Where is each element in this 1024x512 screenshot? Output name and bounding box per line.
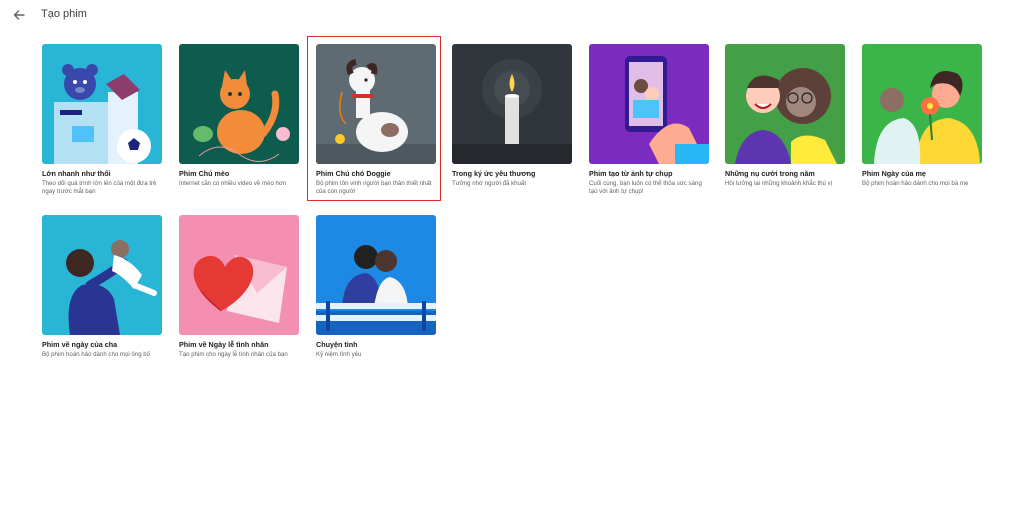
- dog-illustration: [316, 44, 436, 164]
- card-description: Kỷ niệm tình yêu: [316, 351, 362, 358]
- movie-card-mothers-day[interactable]: Phim Ngày của mẹ Bộ phim hoàn hảo dành c…: [862, 44, 982, 188]
- movie-card-selfie[interactable]: Phim tạo từ ảnh tự chụp Cuối cùng, bạn l…: [589, 44, 709, 196]
- arrow-back-icon[interactable]: [10, 6, 28, 24]
- love-story-illustration: [316, 215, 436, 335]
- card-title: Phim Chú chó Doggie: [316, 169, 391, 178]
- card-description: Tưởng nhớ người đã khuất: [452, 180, 527, 187]
- card-description: Internet cần có nhiều video về mèo hơn: [179, 180, 287, 187]
- fathers-day-illustration: [42, 215, 162, 335]
- card-description: Hồi tưởng lại những khoảnh khắc thú vị: [725, 180, 833, 187]
- cat-illustration: [179, 44, 299, 164]
- movie-card-cat[interactable]: Phim Chú mèo Internet cần có nhiều video…: [179, 44, 299, 188]
- card-title: Những nụ cười trong năm: [725, 169, 815, 178]
- grow-up-illustration: [42, 44, 162, 164]
- movie-card-dog[interactable]: Phim Chú chó Doggie Bộ phim tôn vinh ngư…: [316, 44, 436, 196]
- page-title: Tạo phim: [41, 8, 87, 20]
- card-description: Theo dõi quá trình lớn lên của một đứa t…: [42, 180, 157, 195]
- card-description: Tạo phim cho ngày lễ tình nhân của bạn: [179, 351, 288, 358]
- valentines-illustration: [179, 215, 299, 335]
- movie-card-fathers-day[interactable]: Phim về ngày của cha Bộ phim hoàn hảo dà…: [42, 215, 162, 359]
- mothers-day-illustration: [862, 44, 982, 164]
- card-description: Bộ phim hoàn hảo dành cho mọi bà mẹ: [862, 180, 969, 187]
- movie-card-valentines[interactable]: Phim về Ngày lễ tình nhân Tạo phim cho n…: [179, 215, 299, 359]
- top-bar: Tạo phim: [0, 0, 1024, 30]
- card-description: Bộ phim hoàn hảo dành cho mọi ông bố: [42, 351, 151, 358]
- smiles-illustration: [725, 44, 845, 164]
- card-description: Cuối cùng, bạn luôn có thể thỏa sức sáng…: [589, 180, 702, 195]
- card-title: Lớn nhanh như thổi: [42, 169, 111, 178]
- card-title: Chuyện tình: [316, 340, 358, 349]
- card-title: Phim Chú mèo: [179, 169, 230, 178]
- movie-card-grow-up[interactable]: Lớn nhanh như thổi Theo dõi quá trình lớ…: [42, 44, 162, 196]
- card-title: Trong ký ức yêu thương: [452, 169, 536, 178]
- movie-card-memorial[interactable]: Trong ký ức yêu thương Tưởng nhớ người đ…: [452, 44, 572, 188]
- candle-illustration: [452, 44, 572, 164]
- card-title: Phim Ngày của mẹ: [862, 169, 926, 178]
- card-title: Phim về Ngày lễ tình nhân: [179, 340, 269, 349]
- card-title: Phim về ngày của cha: [42, 340, 118, 349]
- card-description: Bộ phim tôn vinh người bạn thân thiết nh…: [316, 180, 432, 195]
- movie-card-smiles[interactable]: Những nụ cười trong năm Hồi tưởng lại nh…: [725, 44, 845, 188]
- selfie-illustration: [589, 44, 709, 164]
- card-title: Phim tạo từ ảnh tự chụp: [589, 169, 673, 178]
- movie-card-love-story[interactable]: Chuyện tình Kỷ niệm tình yêu: [316, 215, 436, 359]
